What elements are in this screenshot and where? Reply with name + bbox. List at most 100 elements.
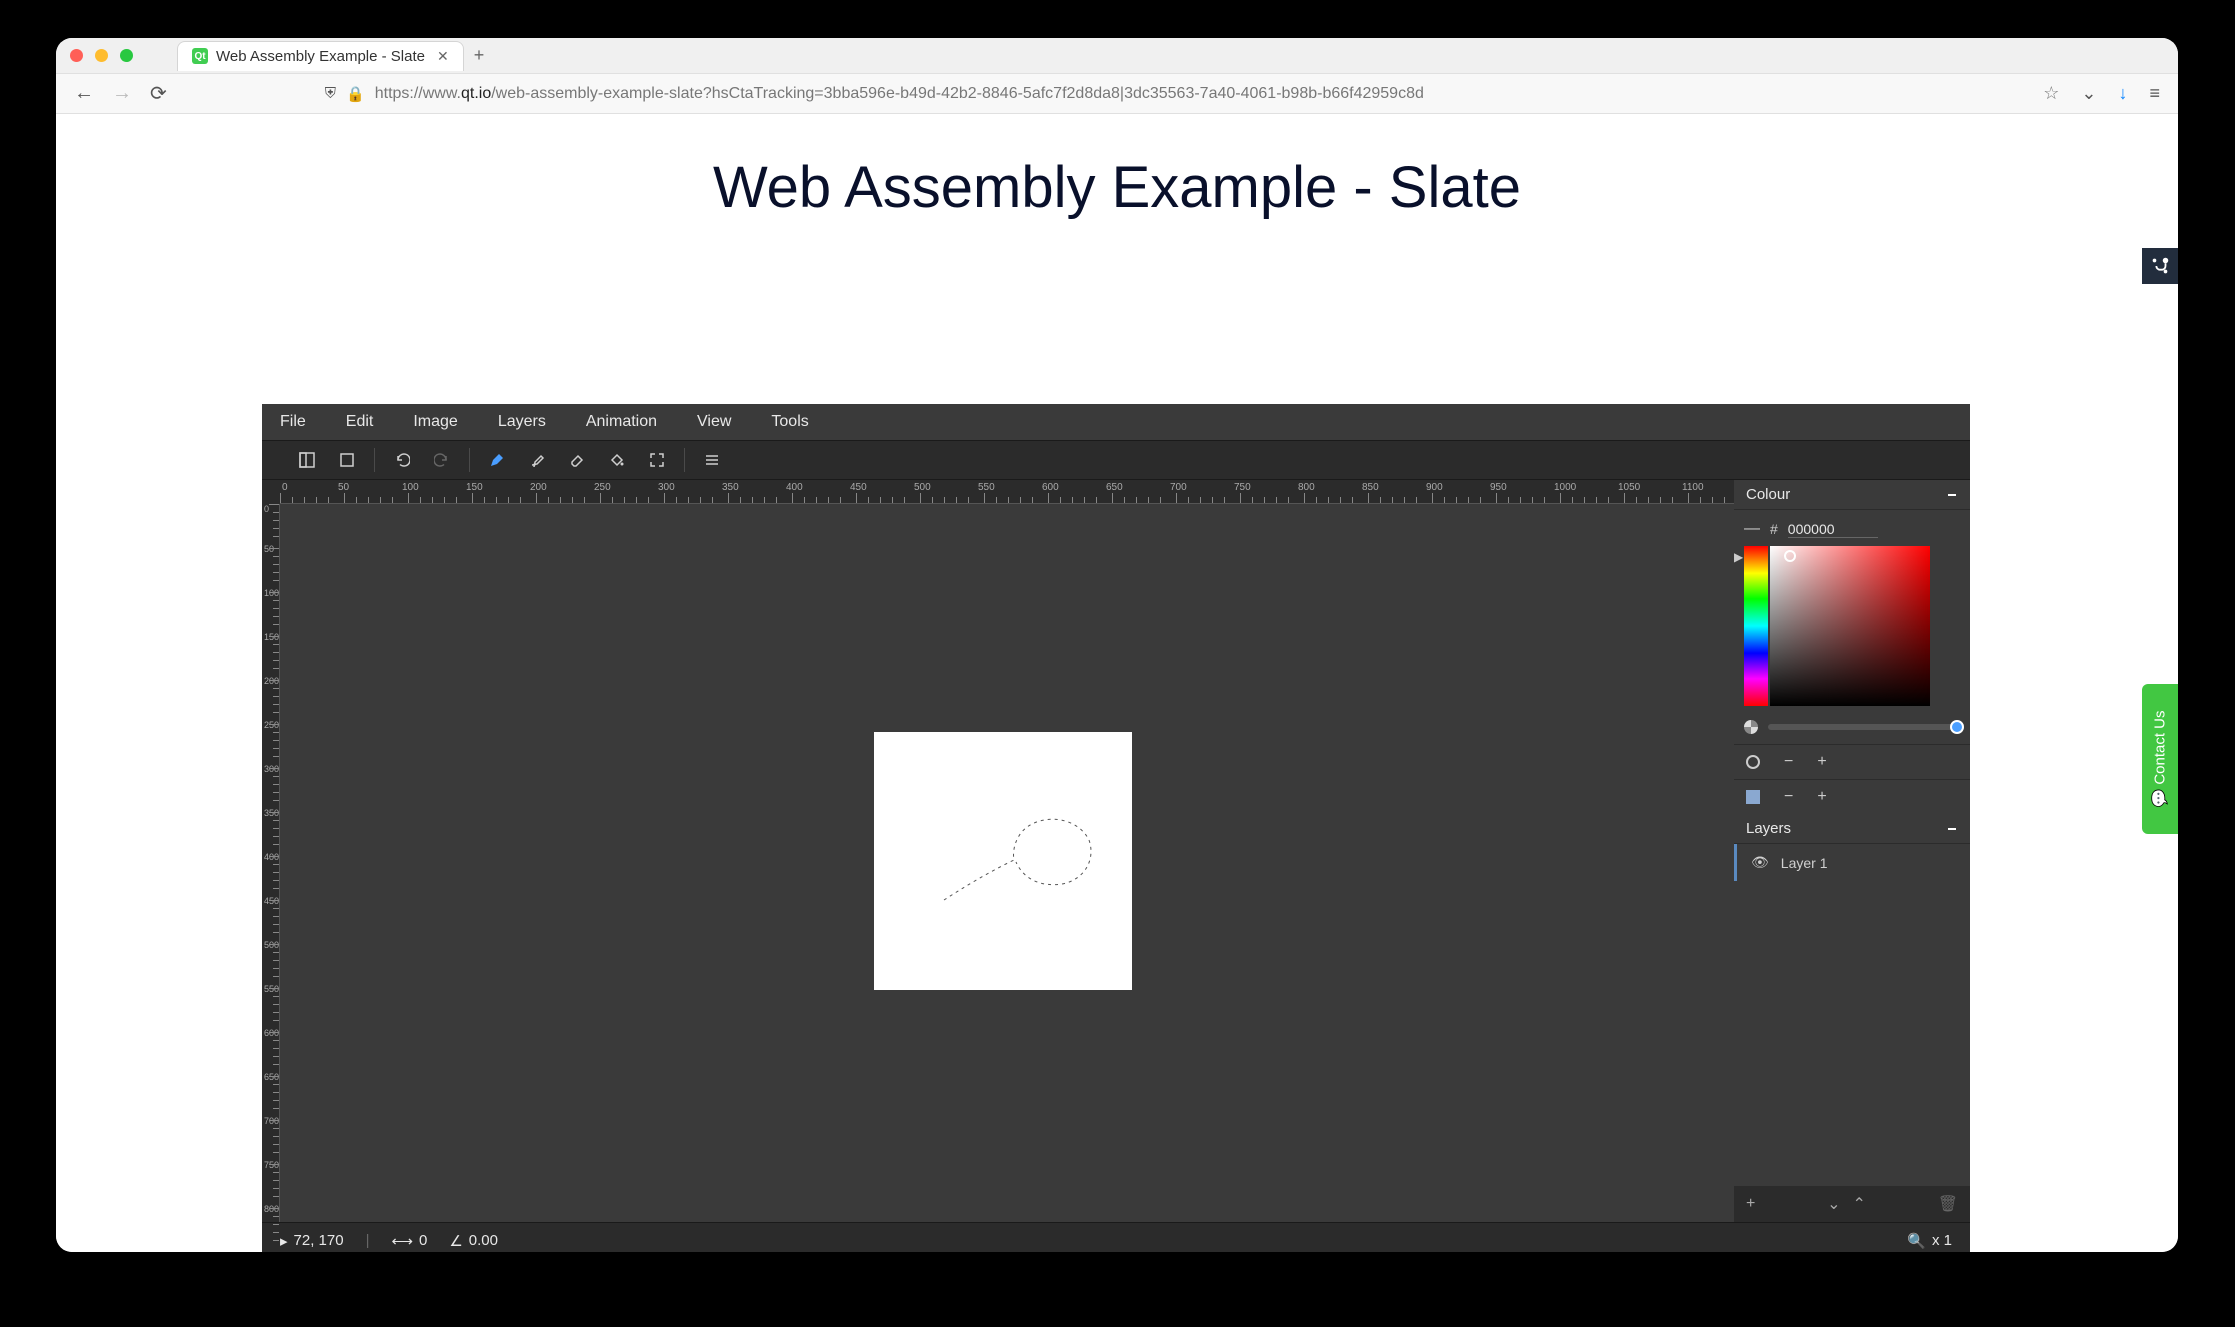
url-text: https://www.qt.io/web-assembly-example-s… <box>375 85 1424 103</box>
hubspot-icon <box>2149 255 2171 277</box>
url-path: /web-assembly-example-slate?hsCtaTrackin… <box>491 85 1424 102</box>
window-split-icon[interactable] <box>298 451 316 469</box>
tool-size-icon <box>1746 755 1760 769</box>
slate-app: File Edit Image Layers Animation View To… <box>262 404 1970 1252</box>
side-panel: Colour — # ▶ <box>1734 480 1970 1222</box>
hash-symbol: # <box>1770 521 1778 537</box>
hex-color-input[interactable] <box>1788 521 1878 538</box>
eraser-tool-icon[interactable] <box>568 451 586 469</box>
download-icon[interactable]: ↓ <box>2118 83 2127 104</box>
color-panel-header: Colour <box>1734 480 1970 510</box>
brush-tool-icon[interactable] <box>528 451 546 469</box>
layer-item[interactable]: 👁 Layer 1 <box>1734 844 1970 881</box>
favicon-icon: Qt <box>192 48 208 64</box>
add-layer-button[interactable]: + <box>1746 1195 1755 1213</box>
saturation-value-box[interactable] <box>1770 546 1930 706</box>
menu-image[interactable]: Image <box>413 413 457 431</box>
contact-us-tab[interactable]: 💬 Contact Us <box>2142 684 2178 834</box>
layer-up-icon[interactable]: ⌃ <box>1853 1194 1866 1214</box>
bookmark-icon[interactable]: ☆ <box>2043 83 2059 104</box>
canvas[interactable] <box>874 732 1132 990</box>
layer-down-icon[interactable]: ⌄ <box>1827 1194 1840 1214</box>
page-content: Web Assembly Example - Slate 💬 Contact U… <box>56 114 2178 1252</box>
tab-close-icon[interactable]: ✕ <box>437 48 449 65</box>
traffic-lights <box>70 49 133 62</box>
ruler-corner <box>262 480 280 504</box>
pencil-tool-icon[interactable] <box>488 451 506 469</box>
window-maximize-button[interactable] <box>120 49 133 62</box>
canvas-background[interactable] <box>280 504 1734 1222</box>
decrease-button[interactable]: − <box>1784 788 1793 806</box>
menubar: File Edit Image Layers Animation View To… <box>262 404 1970 440</box>
page-title: Web Assembly Example - Slate <box>56 154 2178 221</box>
layers-section: 👁 Layer 1 + ⌄ ⌃ 🗑 <box>1734 844 1970 1222</box>
menu-animation[interactable]: Animation <box>586 413 657 431</box>
ruler-horizontal: 0501001502002503003504004505005506006507… <box>280 480 1734 504</box>
pocket-icon[interactable]: ⌄ <box>2081 83 2096 104</box>
window-minimize-button[interactable] <box>95 49 108 62</box>
sv-cursor <box>1784 550 1796 562</box>
delete-layer-icon[interactable]: 🗑 <box>1938 1194 1958 1214</box>
tab-strip: Qt Web Assembly Example - Slate ✕ + <box>177 41 484 71</box>
menu-view[interactable]: View <box>697 413 731 431</box>
hubspot-widget-button[interactable] <box>2142 248 2178 284</box>
layer-visibility-icon[interactable]: 👁 <box>1751 854 1769 871</box>
redo-icon[interactable] <box>433 451 451 469</box>
url-field[interactable]: ⛨ 🔒 https://www.qt.io/web-assembly-examp… <box>325 85 2025 103</box>
shield-icon: ⛨ <box>325 85 336 102</box>
fullscreen-tool-icon[interactable] <box>648 451 666 469</box>
color-mode-icon[interactable]: — <box>1744 520 1760 538</box>
menu-layers[interactable]: Layers <box>498 413 546 431</box>
slate-body: 0501001502002503003504004505005506006507… <box>262 480 1970 1222</box>
url-prefix: https://www. <box>375 85 461 102</box>
toolbar <box>262 440 1970 480</box>
undo-icon[interactable] <box>393 451 411 469</box>
lock-icon: 🔒 <box>346 85 365 103</box>
forward-button[interactable]: → <box>112 82 132 105</box>
bucket-tool-icon[interactable] <box>608 451 626 469</box>
alpha-slider-thumb <box>1950 720 1964 734</box>
window-square-icon[interactable] <box>338 451 356 469</box>
increase-button[interactable]: + <box>1817 788 1826 806</box>
layer-list: 👁 Layer 1 <box>1734 844 1970 1186</box>
hex-input-row: — # <box>1744 520 1960 538</box>
menu-file[interactable]: File <box>280 413 306 431</box>
layers-panel-title: Layers <box>1746 820 1791 837</box>
menu-tools[interactable]: Tools <box>771 413 808 431</box>
extensions-icon[interactable]: ≡ <box>2149 83 2160 104</box>
hue-slider[interactable] <box>1744 546 1768 706</box>
cursor-position: ▸ 72, 170 <box>280 1232 344 1250</box>
color-panel-title: Colour <box>1746 486 1790 503</box>
decrease-button[interactable]: − <box>1784 753 1793 771</box>
layer-name: Layer 1 <box>1781 855 1828 871</box>
reload-button[interactable]: ⟳ <box>150 81 167 106</box>
alpha-slider[interactable] <box>1768 724 1960 730</box>
browser-window: Qt Web Assembly Example - Slate ✕ + ← → … <box>56 38 2178 1252</box>
picker-chevron-icon[interactable]: ▶ <box>1734 550 1743 564</box>
angle-indicator: ∠ 0.00 <box>449 1232 498 1250</box>
tool-shape-row: − + <box>1734 779 1970 814</box>
collapse-icon[interactable] <box>1946 489 1958 501</box>
statusbar: ▸ 72, 170 | ⟷ 0 ∠ 0.00 🔍 x 1 <box>262 1222 1970 1252</box>
options-icon[interactable] <box>703 451 721 469</box>
browser-tab[interactable]: Qt Web Assembly Example - Slate ✕ <box>177 41 464 71</box>
tool-size-row: − + <box>1734 744 1970 779</box>
window-close-button[interactable] <box>70 49 83 62</box>
cursor-icon: ▸ <box>280 1232 288 1250</box>
canvas-area: 0501001502002503003504004505005506006507… <box>262 480 1734 1222</box>
url-host: qt.io <box>461 85 491 102</box>
alpha-row <box>1744 720 1960 734</box>
back-button[interactable]: ← <box>74 82 94 105</box>
width-icon: ⟷ <box>391 1232 413 1250</box>
new-tab-button[interactable]: + <box>474 45 485 66</box>
tool-shape-icon <box>1746 790 1760 804</box>
menu-edit[interactable]: Edit <box>346 413 374 431</box>
browser-titlebar: Qt Web Assembly Example - Slate ✕ + <box>56 38 2178 74</box>
zoom-indicator: 🔍 x 1 <box>1907 1232 1952 1250</box>
angle-icon: ∠ <box>449 1232 462 1250</box>
increase-button[interactable]: + <box>1817 753 1826 771</box>
width-indicator: ⟷ 0 <box>391 1232 427 1250</box>
layers-panel-header: Layers <box>1734 814 1970 844</box>
zoom-icon: 🔍 <box>1907 1232 1926 1250</box>
collapse-icon[interactable] <box>1946 823 1958 835</box>
